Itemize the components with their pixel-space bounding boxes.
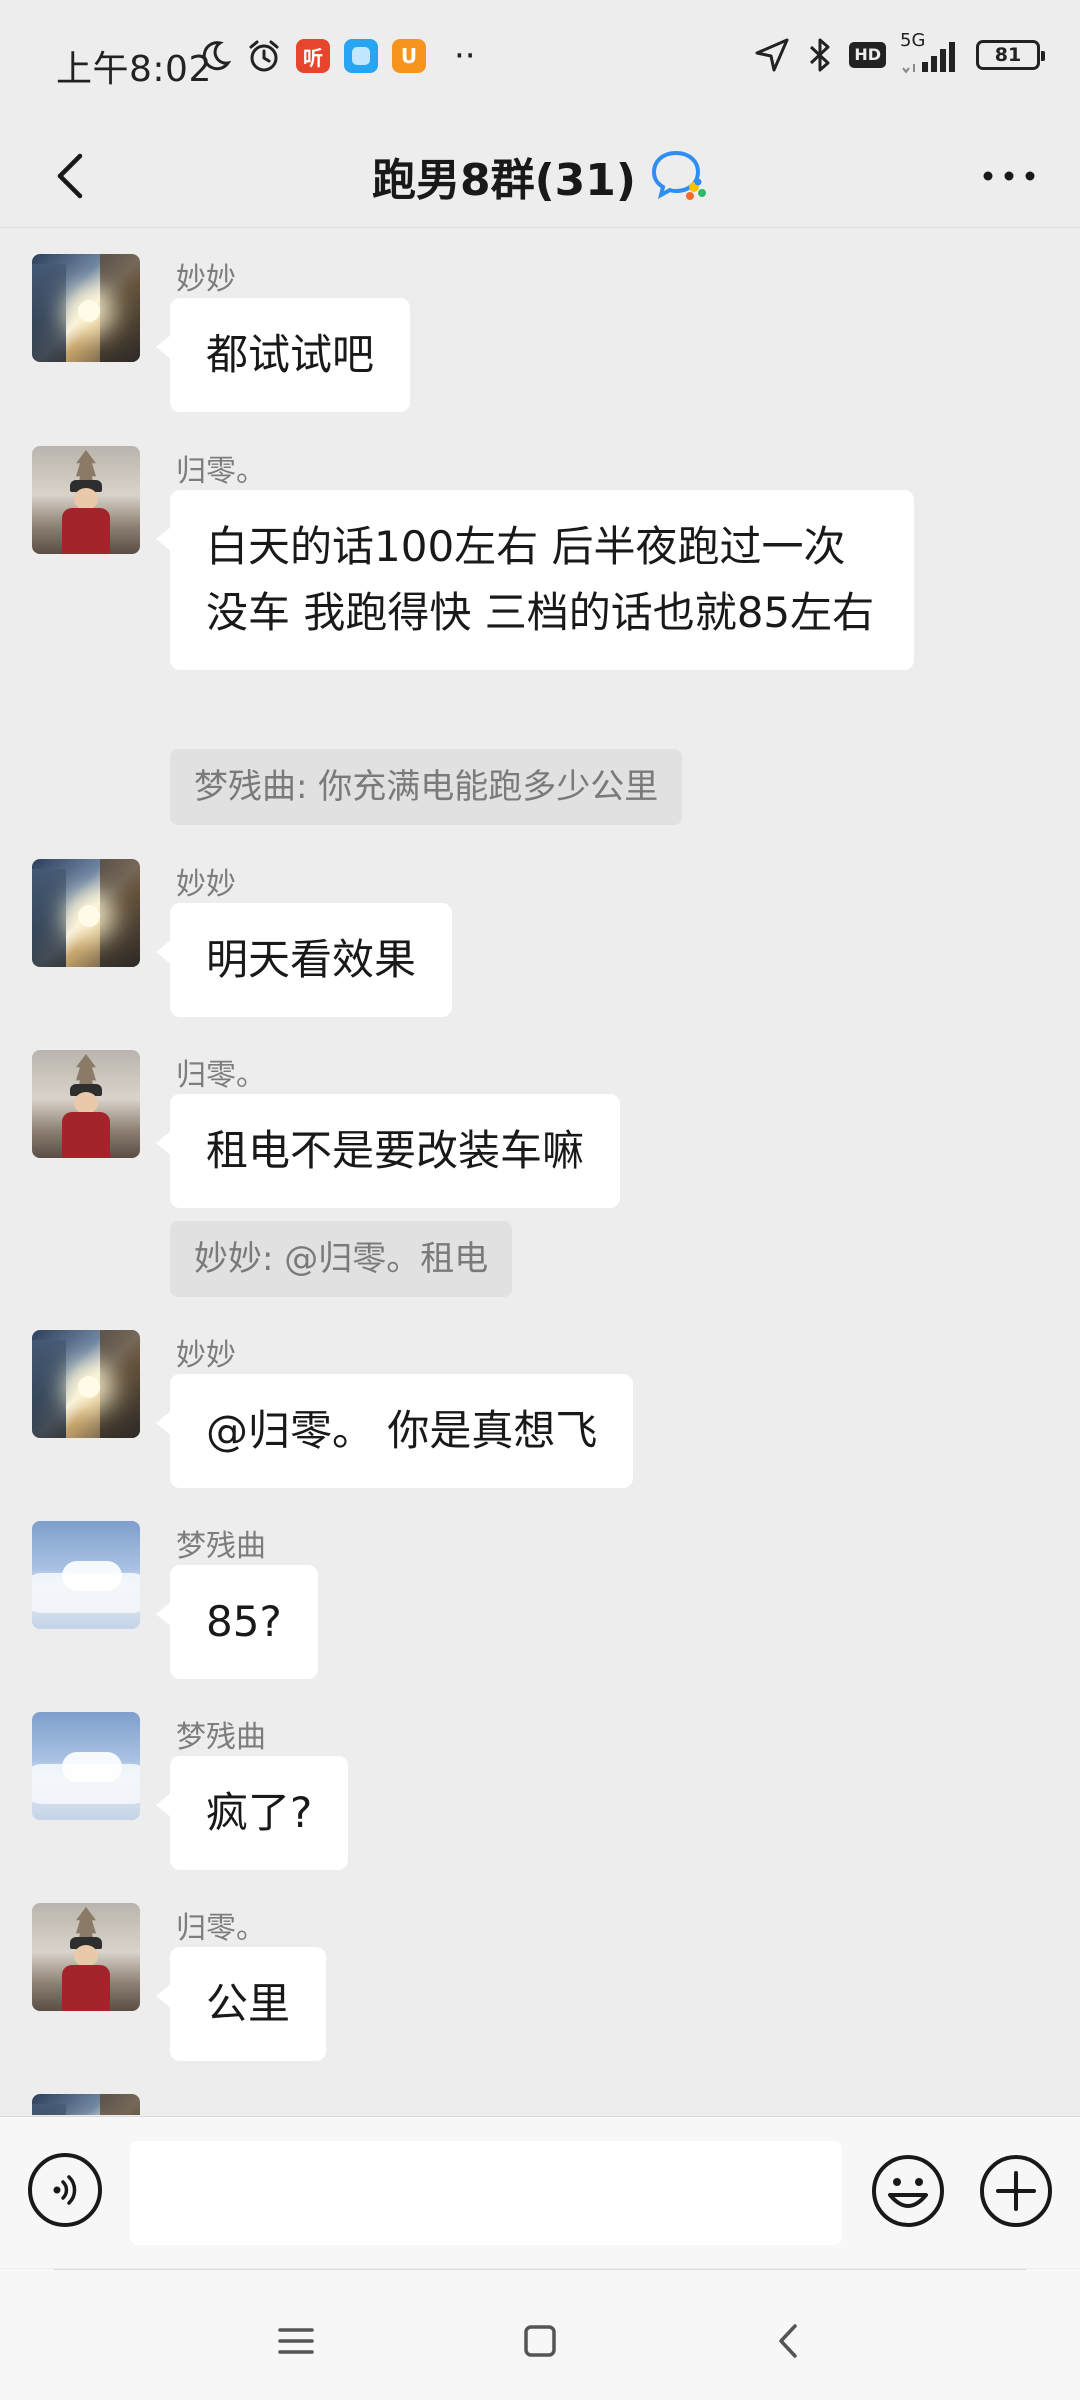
more-notifications-icon: ··	[454, 36, 476, 76]
message-bubble[interactable]: 都试试吧	[155, 298, 411, 412]
message-bubble[interactable]: 85?	[156, 1565, 318, 1679]
back-triangle-icon	[779, 2324, 797, 2358]
sender-name: 归零。	[176, 1058, 266, 1093]
bluetooth-icon	[810, 38, 830, 72]
sender-name: 梦残曲	[176, 1720, 266, 1755]
divider	[54, 2269, 1026, 2270]
home-button[interactable]	[510, 2311, 570, 2371]
sender-name: 梦残曲	[176, 1529, 266, 1564]
avatar[interactable]	[32, 859, 140, 967]
status-bar: 上午8:02 听 U ·· HD 5G 81	[0, 0, 1080, 124]
plus-icon	[980, 2155, 1052, 2227]
alarm-icon	[249, 40, 279, 72]
quoted-reply[interactable]: 妙妙: @归零。租电	[170, 1221, 513, 1297]
chat-header: 跑男8群(31)	[0, 124, 1080, 228]
system-back-button[interactable]	[758, 2311, 818, 2371]
message-bubble[interactable]: 租电不是要改装车嘛	[155, 1094, 621, 1208]
sender-name: 归零。	[176, 1911, 266, 1946]
wecom-group-icon	[652, 150, 707, 200]
blue-app-icon	[344, 39, 378, 73]
status-time: 上午8:02	[56, 49, 212, 90]
sender-name: 妙妙	[176, 867, 236, 902]
message-bubble[interactable]: 白天的话100左右 后半夜跑过一次 没车 我跑得快 三档的话也就85左右	[156, 490, 914, 670]
battery-icon: 81	[976, 40, 1045, 70]
avatar[interactable]	[32, 1712, 140, 1820]
quoted-reply[interactable]: 梦残曲: 你充满电能跑多少公里	[170, 749, 683, 825]
emoji-icon	[872, 2155, 944, 2227]
message-bubble[interactable]: 疯了?	[155, 1756, 349, 1870]
avatar[interactable]	[32, 1050, 140, 1158]
message-bubble[interactable]: @归零。 你是真想飞	[155, 1374, 634, 1488]
chat-title: 跑男8群(31)	[371, 155, 637, 206]
emoji-button[interactable]	[870, 2153, 946, 2229]
avatar[interactable]	[32, 254, 140, 362]
status-right-icons: HD 5G 81	[753, 30, 1045, 74]
avatar[interactable]	[32, 1330, 140, 1438]
sender-name: 妙妙	[176, 1338, 236, 1373]
more-icon	[983, 171, 1035, 181]
signal-icon: 5G	[900, 30, 962, 74]
avatar[interactable]	[32, 446, 140, 554]
voice-icon	[53, 2175, 77, 2205]
sender-name: 归零。	[176, 454, 266, 489]
input-bar	[0, 2116, 1080, 2268]
menu-icon	[278, 2328, 314, 2354]
status-left-icons: 听 U ··	[198, 36, 476, 76]
chat-title-group: 跑男8群(31)	[0, 124, 1080, 228]
message-input[interactable]	[130, 2141, 842, 2245]
sender-name: 妙妙	[176, 262, 236, 297]
chat-messages[interactable]: 妙妙 都试试吧 归零。 白天的话100左右 后半夜跑过一次 没车 我跑得快 三档…	[0, 229, 1080, 2115]
avatar[interactable]	[32, 1521, 140, 1629]
message-bubble[interactable]: 明天看效果	[155, 903, 453, 1017]
location-icon	[755, 38, 789, 72]
hd-icon: HD	[849, 42, 886, 68]
more-functions-button[interactable]	[978, 2153, 1054, 2229]
ting-app-icon: 听	[296, 39, 330, 73]
more-options-button[interactable]	[974, 146, 1044, 206]
system-navigation-bar	[0, 2269, 1080, 2400]
recent-apps-button[interactable]	[266, 2311, 326, 2371]
u-app-icon: U	[392, 39, 426, 73]
battery-level: 81	[994, 44, 1022, 66]
moon-icon	[202, 41, 232, 71]
avatar[interactable]	[32, 2094, 140, 2115]
home-square-icon	[524, 2325, 556, 2357]
message-bubble[interactable]: 公里	[155, 1947, 327, 2061]
voice-input-button[interactable]	[28, 2153, 102, 2227]
avatar[interactable]	[32, 1903, 140, 2011]
